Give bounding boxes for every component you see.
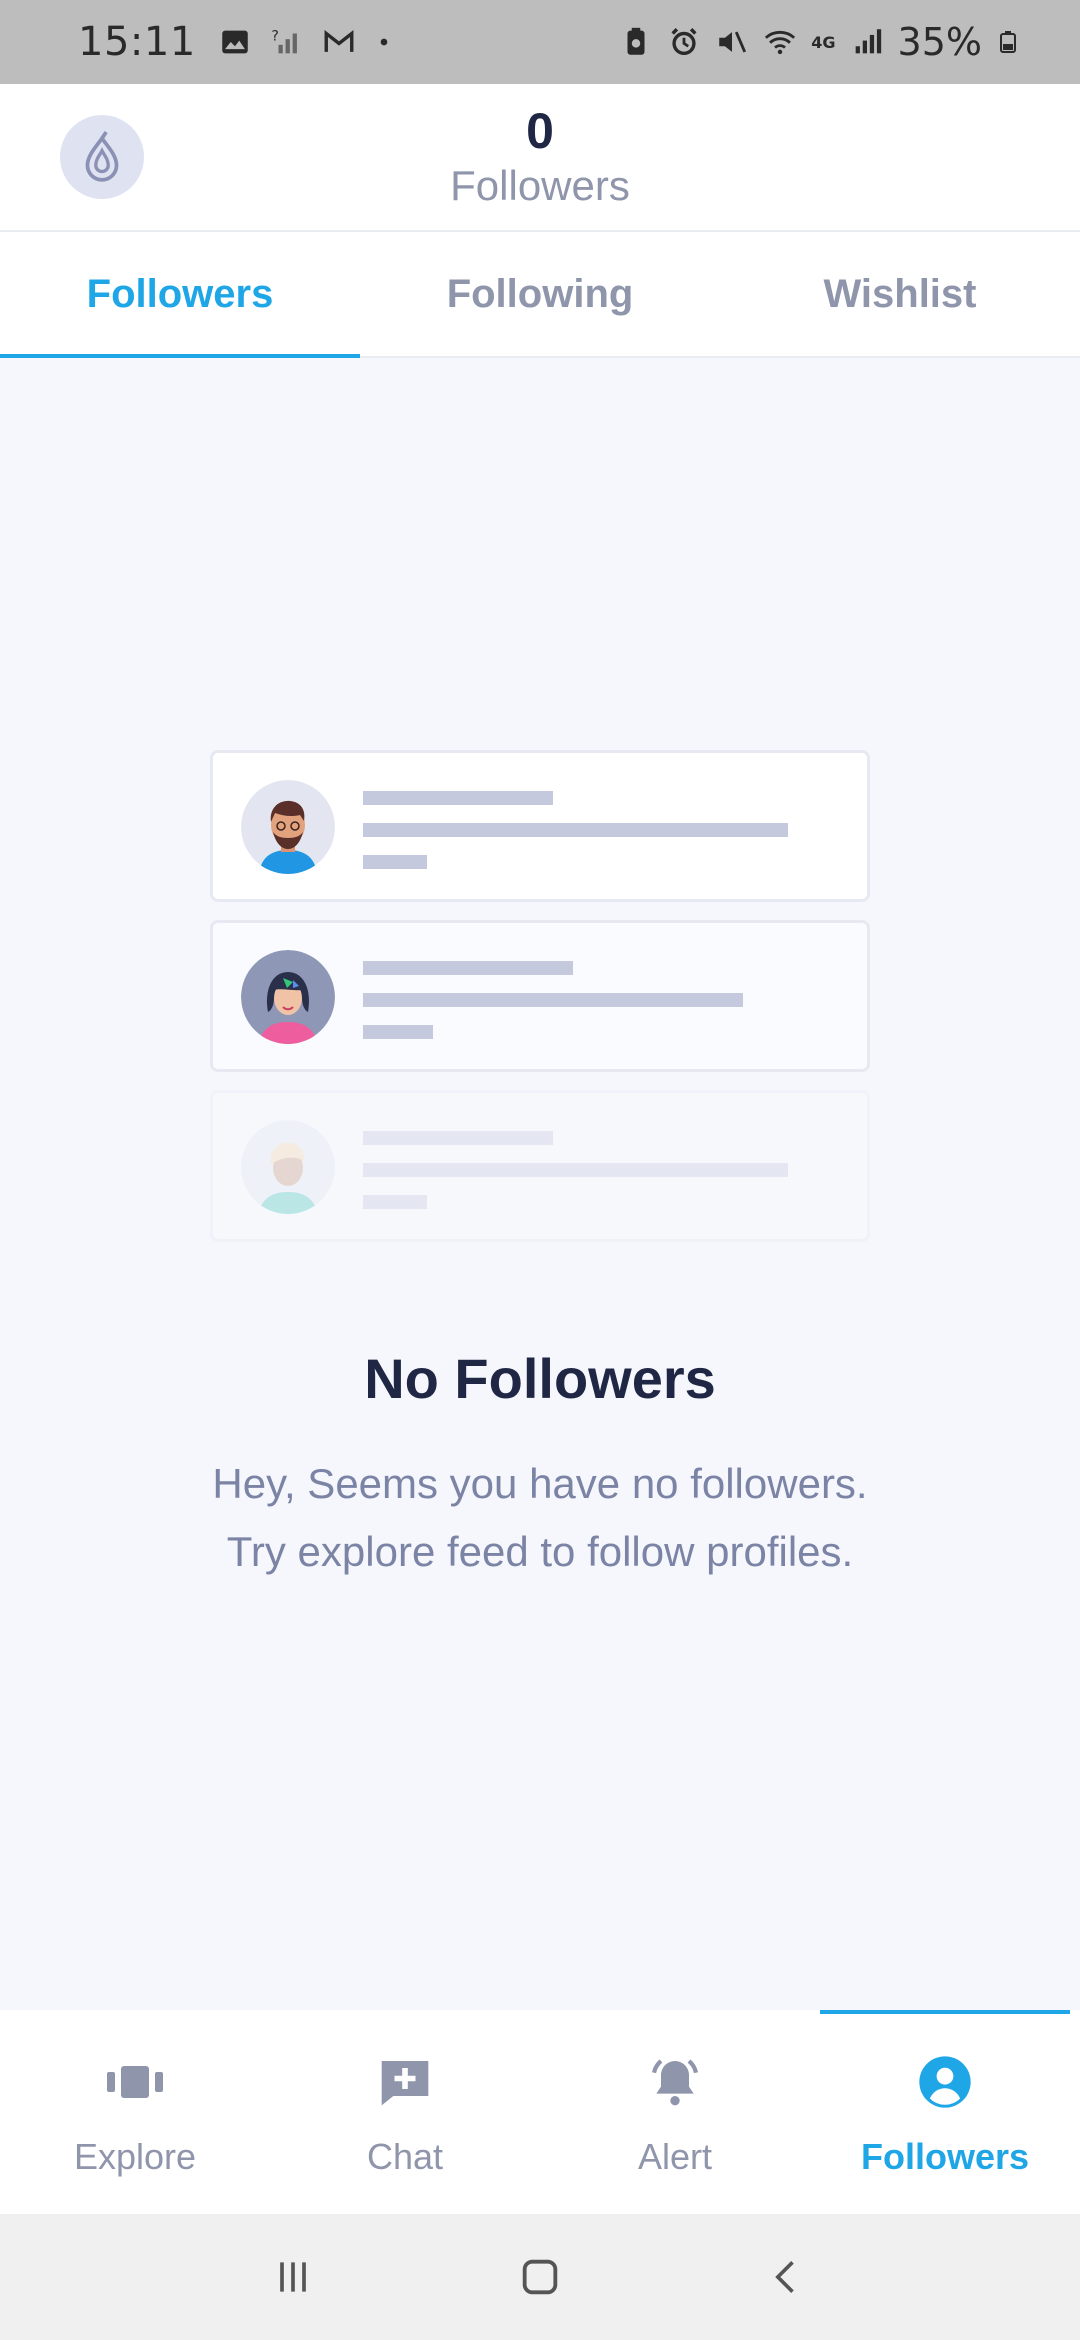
chat-icon [375, 2052, 435, 2112]
recent-apps-button[interactable] [258, 2242, 328, 2312]
nav-alert[interactable]: Alert [540, 2010, 810, 2214]
user-icon [915, 2052, 975, 2112]
wifi-icon [765, 30, 796, 55]
nav-alert-label: Alert [637, 2136, 713, 2177]
avatar-man [241, 780, 335, 874]
home-button[interactable] [505, 2242, 575, 2312]
placeholder-line [363, 1025, 433, 1039]
nav-followers-label: Followers [860, 2136, 1030, 2177]
back-icon [774, 2261, 794, 2293]
bottom-navigation: Explore Chat Alert Followers [0, 2010, 1080, 2214]
nav-followers[interactable]: Followers [810, 2010, 1080, 2214]
home-icon [522, 2259, 558, 2295]
placeholder-line [363, 961, 573, 975]
followers-count: 0 [526, 103, 554, 159]
tab-following[interactable]: Following [360, 232, 720, 356]
cell-signal-icon [855, 29, 881, 54]
mute-icon [719, 31, 747, 53]
status-right-icons: 4G 35% [619, 20, 1020, 64]
placeholder-line [363, 1195, 427, 1209]
nav-chat[interactable]: Chat [270, 2010, 540, 2214]
dot-icon [380, 38, 388, 46]
status-time: 15:11 [78, 19, 196, 65]
system-nav-bar [0, 2214, 1080, 2340]
placeholder-line [363, 1131, 553, 1145]
battery-icon [1000, 31, 1016, 53]
network-type: 4G [811, 32, 836, 52]
header: 0 Followers [0, 84, 1080, 232]
no-signal-icon: ? [271, 29, 297, 54]
placeholder-card [210, 920, 870, 1072]
svg-text:?: ? [271, 29, 279, 45]
tab-followers[interactable]: Followers [0, 232, 360, 358]
nav-explore[interactable]: Explore [0, 2010, 270, 2214]
empty-state-title: No Followers [364, 1347, 716, 1410]
recent-apps-icon [280, 2262, 307, 2292]
placeholder-card [210, 1090, 870, 1242]
placeholder-card [210, 750, 870, 902]
followers-count-label: Followers [450, 162, 630, 209]
gmail-icon [324, 30, 354, 52]
bell-icon [645, 2052, 705, 2112]
battery-saver-icon [627, 27, 645, 55]
placeholder-line [363, 1163, 788, 1177]
status-left-icons: ? [218, 25, 394, 59]
empty-state-message: Hey, Seems you have no followers. Try ex… [212, 1460, 868, 1575]
placeholder-line [363, 855, 427, 869]
nav-explore-label: Explore [73, 2136, 197, 2177]
avatar-woman [241, 950, 335, 1044]
avatar-person [241, 1120, 335, 1214]
placeholder-line [363, 993, 743, 1007]
back-button[interactable] [752, 2242, 822, 2312]
alarm-icon [671, 28, 697, 56]
tab-wishlist[interactable]: Wishlist [720, 232, 1080, 356]
tab-bar: Followers Following Wishlist [0, 232, 1080, 358]
status-bar: 15:11 ? 4G 35% [0, 0, 1080, 84]
placeholder-line [363, 823, 788, 837]
explore-icon [105, 2052, 165, 2112]
nav-chat-label: Chat [366, 2136, 444, 2177]
gallery-icon [222, 30, 248, 54]
battery-percent: 35% [897, 20, 982, 64]
placeholder-line [363, 791, 553, 805]
